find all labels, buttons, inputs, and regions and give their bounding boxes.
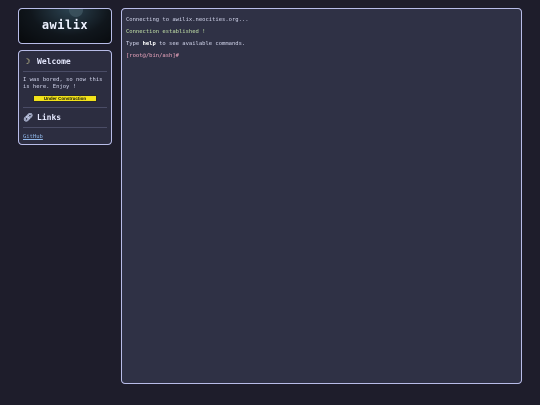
under-construction-badge: Under Construction xyxy=(33,95,97,102)
terminal-prompt[interactable]: [root@/bin/ash]# xyxy=(126,53,517,60)
link-icon: 🔗︎ xyxy=(23,113,34,122)
links-heading: 🔗︎ Links xyxy=(23,113,107,122)
terminal-line-help: Type help to see available commands. xyxy=(126,41,517,48)
terminal-line-connecting: Connecting to awilix.neocities.org... xyxy=(126,17,249,23)
moon-icon: ☽ xyxy=(25,57,31,66)
site-logo[interactable]: awilix xyxy=(18,8,112,44)
moon-graphic xyxy=(69,9,83,17)
terminal-window[interactable]: Connecting to awilix.neocities.org... Co… xyxy=(121,8,522,384)
site-title: awilix xyxy=(41,18,89,32)
terminal-line-established: Connection established ! xyxy=(126,29,206,35)
welcome-title: Welcome xyxy=(37,57,71,66)
help-keyword: help xyxy=(142,41,156,47)
divider xyxy=(23,107,107,108)
links-title: Links xyxy=(37,113,62,122)
sidebar-panel: ☽ Welcome I was bored, so now this is he… xyxy=(18,50,112,145)
sidebar: awilix ☽ Welcome I was bored, so now thi… xyxy=(18,8,112,145)
github-link[interactable]: GitHub xyxy=(23,134,107,140)
divider xyxy=(23,71,107,72)
welcome-text: I was bored, so now this is here. Enjoy … xyxy=(23,77,103,90)
divider xyxy=(23,127,107,128)
help-prefix: Type xyxy=(126,41,143,47)
help-suffix: to see available commands. xyxy=(155,41,246,47)
welcome-heading: ☽ Welcome xyxy=(23,57,107,66)
